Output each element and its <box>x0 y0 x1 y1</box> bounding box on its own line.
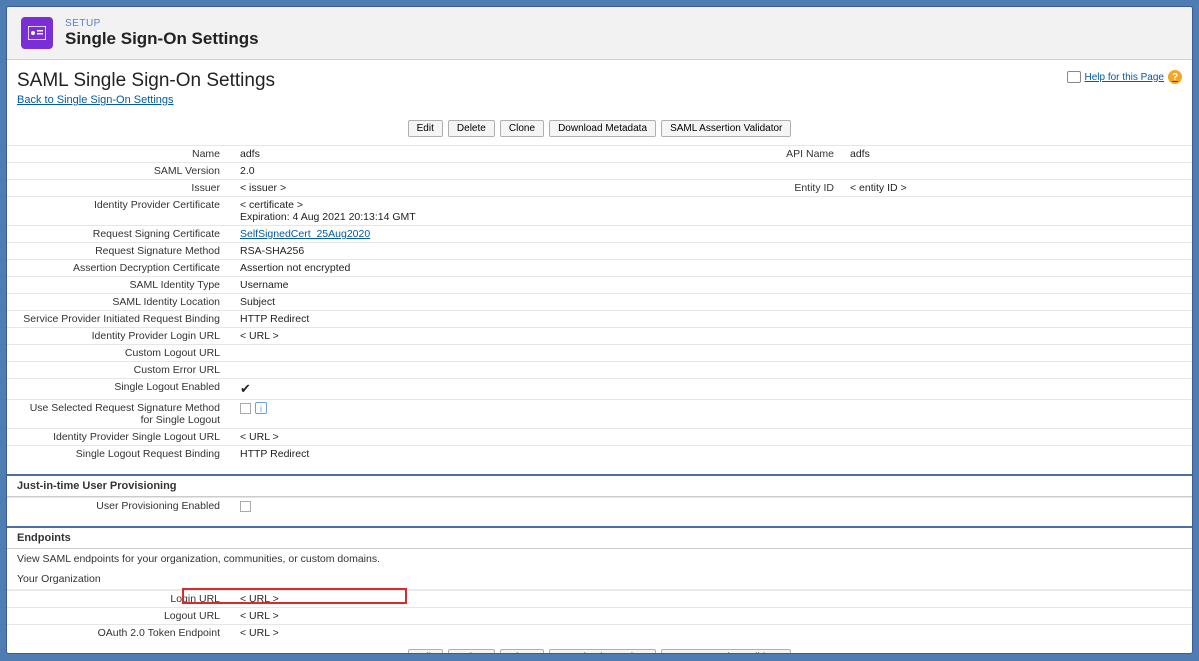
button-row-top: Edit Delete Clone Download Metadata SAML… <box>7 112 1192 145</box>
edit-button[interactable]: Edit <box>408 649 443 653</box>
header-text: SETUP Single Sign-On Settings <box>65 18 259 49</box>
help-link-text: Help for this Page <box>1085 72 1165 83</box>
check-icon: ✔ <box>240 381 251 396</box>
setup-header: SETUP Single Sign-On Settings <box>7 7 1192 60</box>
idp-single-logout-url-label: Identity Provider Single Logout URL <box>7 429 232 446</box>
use-selected-sig-label: Use Selected Request Signature Method fo… <box>7 400 232 429</box>
help-icon: ? <box>1168 70 1182 84</box>
page-head: SAML Single Sign-On Settings Back to Sin… <box>7 70 1192 112</box>
saml-version-label: SAML Version <box>7 163 232 180</box>
custom-error-value <box>232 362 752 379</box>
idp-login-url-label: Identity Provider Login URL <box>7 328 232 345</box>
saml-validator-button[interactable]: SAML Assertion Validator <box>661 649 791 653</box>
your-org-heading: Your Organization <box>7 569 1192 590</box>
single-logout-binding-label: Single Logout Request Binding <box>7 446 232 463</box>
jit-section-head: Just-in-time User Provisioning <box>7 474 1192 497</box>
logout-url-value: < URL > <box>232 608 838 625</box>
endpoints-table: Login URL < URL > Logout URL < URL > OAu… <box>7 590 1192 641</box>
edit-button[interactable]: Edit <box>408 120 443 137</box>
idp-cert-value: < certificate > <box>240 199 744 211</box>
issuer-value: < issuer > <box>232 180 752 197</box>
logout-url-label: Logout URL <box>7 608 232 625</box>
sp-binding-value: HTTP Redirect <box>232 311 752 328</box>
printer-icon <box>1067 71 1081 83</box>
login-url-label: Login URL <box>170 593 220 605</box>
api-name-value: adfs <box>842 146 1192 163</box>
custom-error-label: Custom Error URL <box>7 362 232 379</box>
breadcrumb: SETUP <box>65 18 259 29</box>
issuer-label: Issuer <box>7 180 232 197</box>
content-area: SAML Single Sign-On Settings Back to Sin… <box>7 60 1192 653</box>
entity-id-value: < entity ID > <box>842 180 1192 197</box>
download-metadata-button[interactable]: Download Metadata <box>549 120 656 137</box>
entity-id-label: Entity ID <box>752 180 842 197</box>
back-link[interactable]: Back to Single Sign-On Settings <box>17 94 174 106</box>
delete-button[interactable]: Delete <box>448 649 495 653</box>
name-value: adfs <box>232 146 752 163</box>
saml-id-type-value: Username <box>232 277 752 294</box>
custom-logout-label: Custom Logout URL <box>7 345 232 362</box>
endpoints-desc: View SAML endpoints for your organizatio… <box>7 549 1192 569</box>
api-name-label: API Name <box>752 146 842 163</box>
custom-logout-value <box>232 345 752 362</box>
info-icon[interactable]: i <box>255 402 267 414</box>
assert-decrypt-label: Assertion Decryption Certificate <box>7 260 232 277</box>
assert-decrypt-value: Assertion not encrypted <box>232 260 752 277</box>
saml-id-loc-value: Subject <box>232 294 752 311</box>
clone-button[interactable]: Clone <box>500 120 544 137</box>
settings-table: Name adfs API Name adfs SAML Version 2.0… <box>7 145 1192 462</box>
saml-validator-button[interactable]: SAML Assertion Validator <box>661 120 791 137</box>
saml-id-loc-label: SAML Identity Location <box>7 294 232 311</box>
clone-button[interactable]: Clone <box>500 649 544 653</box>
oauth-endpoint-value: < URL > <box>232 625 838 642</box>
saml-id-type-label: SAML Identity Type <box>7 277 232 294</box>
idp-cert-label: Identity Provider Certificate <box>7 197 232 226</box>
req-sign-cert-link[interactable]: SelfSignedCert_25Aug2020 <box>240 228 370 240</box>
idp-login-url-value: < URL > <box>232 328 752 345</box>
idp-cert-exp: Expiration: 4 Aug 2021 20:13:14 GMT <box>240 211 744 223</box>
unchecked-checkbox-icon <box>240 403 251 414</box>
single-logout-enabled-label: Single Logout Enabled <box>7 379 232 400</box>
unchecked-checkbox-icon <box>240 501 251 512</box>
endpoints-section-head: Endpoints <box>7 526 1192 549</box>
button-row-bottom: Edit Delete Clone Download Metadata SAML… <box>7 641 1192 653</box>
req-sign-cert-label: Request Signing Certificate <box>7 226 232 243</box>
name-label: Name <box>7 146 232 163</box>
req-sig-method-label: Request Signature Method <box>7 243 232 260</box>
app-window: SETUP Single Sign-On Settings SAML Singl… <box>6 6 1193 654</box>
help-link[interactable]: Help for this Page ? <box>1067 70 1183 84</box>
req-sig-method-value: RSA-SHA256 <box>232 243 752 260</box>
delete-button[interactable]: Delete <box>448 120 495 137</box>
oauth-endpoint-label: OAuth 2.0 Token Endpoint <box>7 625 232 642</box>
single-logout-binding-value: HTTP Redirect <box>232 446 752 463</box>
idp-single-logout-url-value: < URL > <box>232 429 752 446</box>
page-heading: SAML Single Sign-On Settings <box>17 70 275 92</box>
sso-icon <box>21 17 53 49</box>
saml-version-value: 2.0 <box>232 163 752 180</box>
download-metadata-button[interactable]: Download Metadata <box>549 649 656 653</box>
sp-binding-label: Service Provider Initiated Request Bindi… <box>7 311 232 328</box>
jit-table: User Provisioning Enabled <box>7 497 1192 514</box>
login-url-value: < URL > <box>232 591 838 608</box>
jit-enabled-label: User Provisioning Enabled <box>7 498 232 515</box>
page-title: Single Sign-On Settings <box>65 29 259 49</box>
